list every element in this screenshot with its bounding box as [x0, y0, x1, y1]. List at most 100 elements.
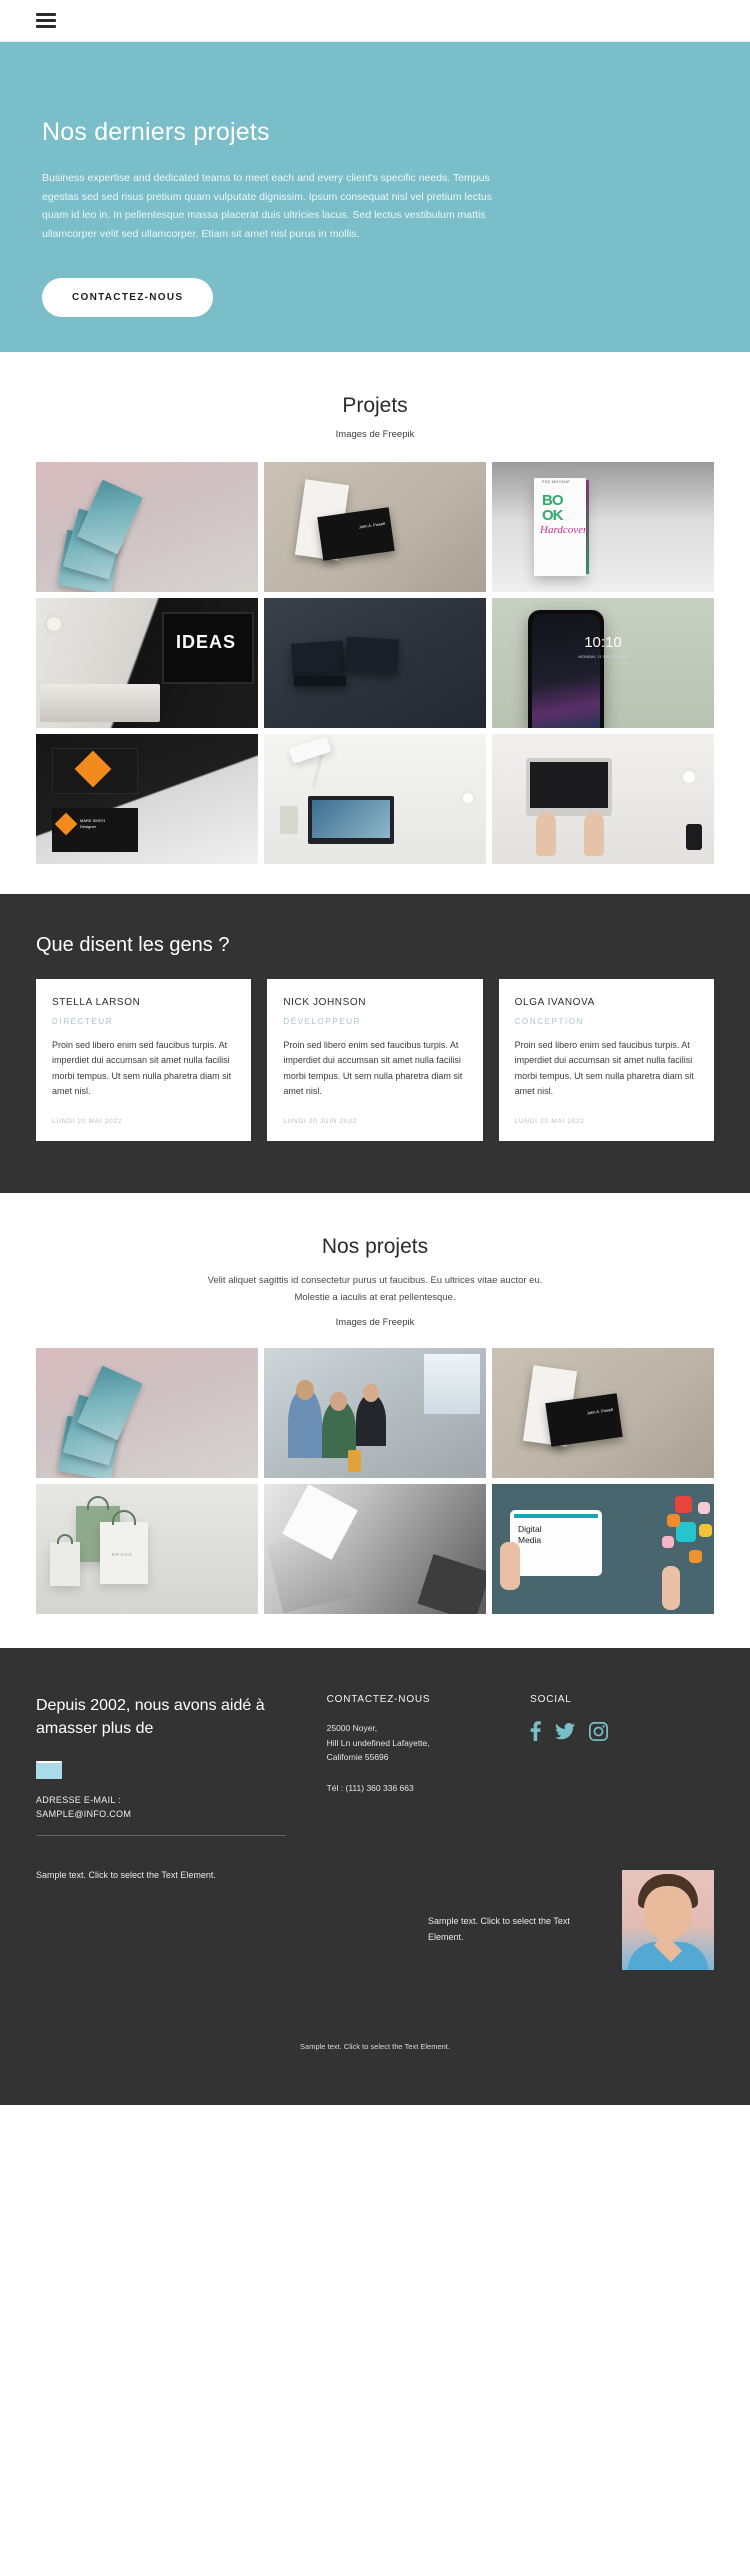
facebook-icon[interactable] [530, 1721, 541, 1746]
tablet-topbar-shape [514, 1514, 598, 1519]
instagram-icon[interactable] [589, 1721, 609, 1746]
testimonial-quote: Proin sed libero enim sed faucibus turpi… [514, 1040, 694, 1097]
project-tile-ideas-laptop[interactable]: IDEAS [36, 598, 258, 728]
hero-section: Nos derniers projets Business expertise … [0, 42, 750, 352]
app-icon [699, 1524, 712, 1538]
footer-sample-bottom: Sample text. Click to select the Text El… [300, 2042, 450, 2052]
testimonial-role: CONCEPTION [514, 1017, 584, 1026]
person-head-shape [363, 1384, 379, 1403]
footer-address-line2: Hill Ln undefined Lafayette, [326, 1737, 430, 1748]
project-tile-digital-media[interactable]: Digital Media [492, 1484, 714, 1615]
book-ok-text: OK [542, 507, 563, 524]
testimonials-list: STELLA LARSON DIRECTEUR Proin sed libero… [36, 979, 714, 1141]
app-icon [698, 1502, 710, 1515]
testimonial-name: STELLA LARSON [52, 997, 141, 1008]
footer-phone[interactable]: Tél : (111) 360 336 663 [327, 1783, 521, 1793]
phone-date-text: MONDAY, 21 SEPTEMBER [578, 654, 628, 659]
project-tile-workspace[interactable] [492, 734, 714, 864]
project-tile-book-covers[interactable] [36, 462, 258, 592]
bag-brand-text: BRAND [112, 1552, 133, 1558]
book-hardcover-text: Hardcover [540, 524, 588, 536]
site-header [0, 0, 750, 42]
footer-divider [36, 1835, 286, 1837]
bag-handle-shape [57, 1534, 73, 1545]
card-name-text: John A. Powell [358, 520, 386, 530]
keyboard-shape [40, 684, 160, 722]
hand-shape [536, 812, 556, 856]
project-tile-book-covers-2[interactable] [36, 1348, 258, 1479]
dark-card-shape [290, 640, 346, 678]
footer-email-value[interactable]: SAMPLE@INFO.COM [36, 1809, 131, 1819]
footer-address-line3: Californie 55696 [326, 1752, 389, 1763]
project-tile-team-meeting[interactable] [264, 1348, 486, 1479]
testimonial-card[interactable]: STELLA LARSON DIRECTEUR Proin sed libero… [36, 979, 252, 1141]
window-shape [424, 1354, 480, 1415]
project-tile-business-cards[interactable]: John A. Powell [264, 462, 486, 592]
hand-shape [662, 1566, 680, 1611]
footer-top-row: Depuis 2002, nous avons aidé à amasser p… [36, 1694, 714, 1837]
footer-contact-column: CONTACTEZ-NOUS 25000 Noyer, Hill Ln unde… [327, 1694, 521, 1836]
phone-time-text: 10:10 [584, 634, 622, 651]
app-icon [667, 1514, 680, 1528]
book-topline-text: PSD MOCKUP [542, 480, 571, 484]
phone-shape [686, 824, 702, 850]
project-tile-orange-branding[interactable]: MARK SMITH Designer [36, 734, 258, 864]
project-tile-desk-lamp[interactable] [264, 734, 486, 864]
phone-screen-shape [532, 614, 600, 728]
app-icon [662, 1536, 674, 1549]
testimonial-date: LUNDI 20 MAI 2022 [514, 1117, 585, 1125]
project-tile-business-cards-2[interactable]: John A. Powell [492, 1348, 714, 1479]
dark-card-shape [294, 676, 346, 686]
white-bag-shape [50, 1542, 80, 1587]
lamp-arm-shape [311, 754, 324, 788]
avatar-face-shape [644, 1886, 692, 1941]
testimonial-name: OLGA IVANOVA [514, 997, 595, 1008]
app-icon [675, 1496, 692, 1514]
our-projects-section: Nos projets Velit aliquet sagittis id co… [0, 1192, 750, 1649]
hamburger-menu-icon[interactable] [36, 10, 56, 32]
dark-card-shape [345, 636, 399, 674]
contact-us-button[interactable]: CONTACTEZ-NOUS [42, 277, 214, 317]
burger-line [36, 25, 56, 28]
testimonial-card[interactable]: NICK JOHNSON DÉVELOPPEUR Proin sed liber… [267, 979, 483, 1141]
app-icon [689, 1550, 702, 1564]
footer-email-label: ADRESSE E-MAIL : [36, 1794, 121, 1805]
burger-line [36, 13, 56, 16]
footer-email-block: ADRESSE E-MAIL : SAMPLE@INFO.COM [36, 1793, 317, 1822]
footer-middle-row: Sample text. Click to select the Text El… [36, 1870, 714, 1990]
project-tile-shopping-bags[interactable]: BRAND [36, 1484, 258, 1615]
project-tile-book-hardcover[interactable]: PSD MOCKUP BO OK Hardcover [492, 462, 714, 592]
testimonial-name: NICK JOHNSON [283, 997, 367, 1008]
hand-shape [584, 812, 604, 856]
burger-line [36, 19, 56, 22]
project-tile-dark-cards[interactable] [264, 598, 486, 728]
site-footer: Depuis 2002, nous avons aidé à amasser p… [0, 1648, 750, 2106]
our-projects-subtitle: Velit aliquet sagittis id consectetur pu… [0, 1273, 750, 1306]
testimonial-quote: Proin sed libero enim sed faucibus turpi… [283, 1040, 463, 1097]
pencil-cup-shape [280, 806, 298, 834]
envelope-icon[interactable] [36, 1760, 62, 1779]
hero-paragraph: Business expertise and dedicated teams t… [42, 172, 492, 241]
our-projects-subtitle-line1: Velit aliquet sagittis id consectetur pu… [207, 1274, 543, 1286]
testimonial-role: DÉVELOPPEUR [283, 1017, 361, 1026]
card-text-lines: MARK SMITH Designer [80, 818, 106, 830]
testimonial-card[interactable]: OLGA IVANOVA CONCEPTION Proin sed libero… [498, 979, 714, 1141]
our-projects-subtitle-line2: Molestie a iaculis at erat pellentesque. [294, 1291, 456, 1303]
testimonial-role: DIRECTEUR [52, 1017, 114, 1026]
paper-fold-shape [417, 1554, 486, 1615]
coffee-cup-shape [460, 790, 476, 806]
coffee-cup-shape [44, 614, 64, 634]
hand-shape [500, 1542, 520, 1591]
twitter-icon[interactable] [555, 1722, 576, 1745]
coffee-cup-shape [680, 768, 698, 786]
testimonials-section: Que disent les gens ? STELLA LARSON DIRE… [0, 894, 750, 1193]
footer-address-line1: 25000 Noyer, [326, 1723, 378, 1734]
digital-media-text: Digital Media [518, 1524, 542, 1545]
footer-headline: Depuis 2002, nous avons aidé à amasser p… [36, 1697, 265, 1738]
project-tile-abstract-paper[interactable] [264, 1484, 486, 1615]
black-card-shape: John A. Powell [317, 507, 395, 561]
our-projects-title: Nos projets [321, 1234, 429, 1258]
project-tile-smartphone[interactable]: 10:10 MONDAY, 21 SEPTEMBER [492, 598, 714, 728]
laptop-screen-shape [312, 800, 390, 838]
person-head-shape [330, 1392, 347, 1412]
